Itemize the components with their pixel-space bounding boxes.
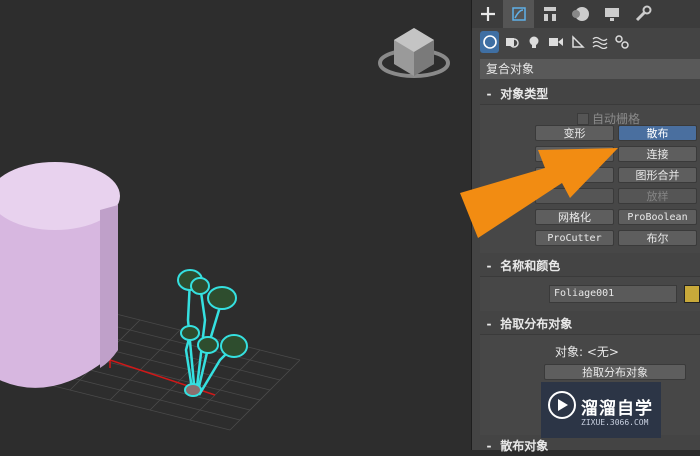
systems-icon xyxy=(614,35,629,49)
pick-distribution-title: 拾取分布对象 xyxy=(500,317,573,331)
name-color-rollout: Foliage001 xyxy=(480,276,700,311)
lights-icon xyxy=(529,36,538,48)
modify-icon xyxy=(511,7,526,21)
motion-tab[interactable] xyxy=(565,0,596,28)
tutorial-arrow-icon xyxy=(460,138,630,242)
object-type-title: 对象类型 xyxy=(500,87,549,101)
shapes-subtab[interactable] xyxy=(502,31,521,53)
systems-subtab[interactable] xyxy=(612,31,631,53)
object-color-swatch[interactable] xyxy=(684,285,700,303)
space-warps-icon xyxy=(592,36,607,49)
hierarchy-tab[interactable] xyxy=(534,0,565,28)
watermark: 溜溜自学 ZIXUE.3066.COM xyxy=(541,382,661,438)
perspective-viewport[interactable] xyxy=(0,0,471,450)
collapse-sign: - xyxy=(486,439,492,453)
object-value-text: <无> xyxy=(586,345,619,359)
object-label-text: 对象: xyxy=(555,345,584,359)
category-dropdown[interactable]: 复合对象 xyxy=(480,59,700,79)
display-tab[interactable] xyxy=(596,0,627,28)
pick-distribution-button[interactable]: 拾取分布对象 xyxy=(544,364,686,380)
helpers-subtab[interactable] xyxy=(568,31,587,53)
viewport-scene xyxy=(0,28,450,431)
pick-distribution-rollout-header[interactable]: - 拾取分布对象 xyxy=(480,314,700,334)
utilities-icon xyxy=(635,5,651,22)
create-icon xyxy=(480,7,495,21)
space-warps-subtab[interactable] xyxy=(590,31,609,53)
utilities-tab[interactable] xyxy=(627,0,658,28)
watermark-logo-icon xyxy=(548,391,576,419)
geometry-icon xyxy=(482,35,497,49)
create-tab[interactable] xyxy=(472,0,503,28)
object-name-field[interactable]: Foliage001 xyxy=(549,285,677,303)
scatter-objects-title: 散布对象 xyxy=(500,439,549,453)
viewcube-icon xyxy=(378,28,450,78)
create-subtabs xyxy=(472,29,700,55)
modify-tab[interactable] xyxy=(503,0,534,28)
cameras-subtab[interactable] xyxy=(546,31,565,53)
distribution-object-label: 对象: <无> xyxy=(555,343,619,360)
hierarchy-icon xyxy=(543,7,556,21)
shapes-icon xyxy=(505,38,519,48)
autogrid-checkbox[interactable] xyxy=(577,113,589,125)
object-type-rollout-header[interactable]: - 对象类型 xyxy=(480,84,700,104)
scatter-objects-rollout-header[interactable]: - 散布对象 xyxy=(480,436,700,456)
collapse-sign: - xyxy=(486,87,492,101)
motion-icon xyxy=(571,7,589,21)
geometry-subtab[interactable] xyxy=(480,31,499,53)
name-color-title: 名称和颜色 xyxy=(500,259,561,273)
cylinder-object xyxy=(0,162,120,388)
watermark-subtitle: ZIXUE.3066.COM xyxy=(581,418,649,427)
name-color-rollout-header[interactable]: - 名称和颜色 xyxy=(480,256,700,276)
cameras-icon xyxy=(548,38,563,46)
collapse-sign: - xyxy=(486,259,492,273)
display-icon xyxy=(604,8,619,21)
helpers-icon xyxy=(571,35,585,48)
collapse-sign: - xyxy=(486,317,492,331)
command-panel-tabs xyxy=(472,0,700,28)
lights-subtab[interactable] xyxy=(524,31,543,53)
watermark-title: 溜溜自学 xyxy=(581,399,653,419)
